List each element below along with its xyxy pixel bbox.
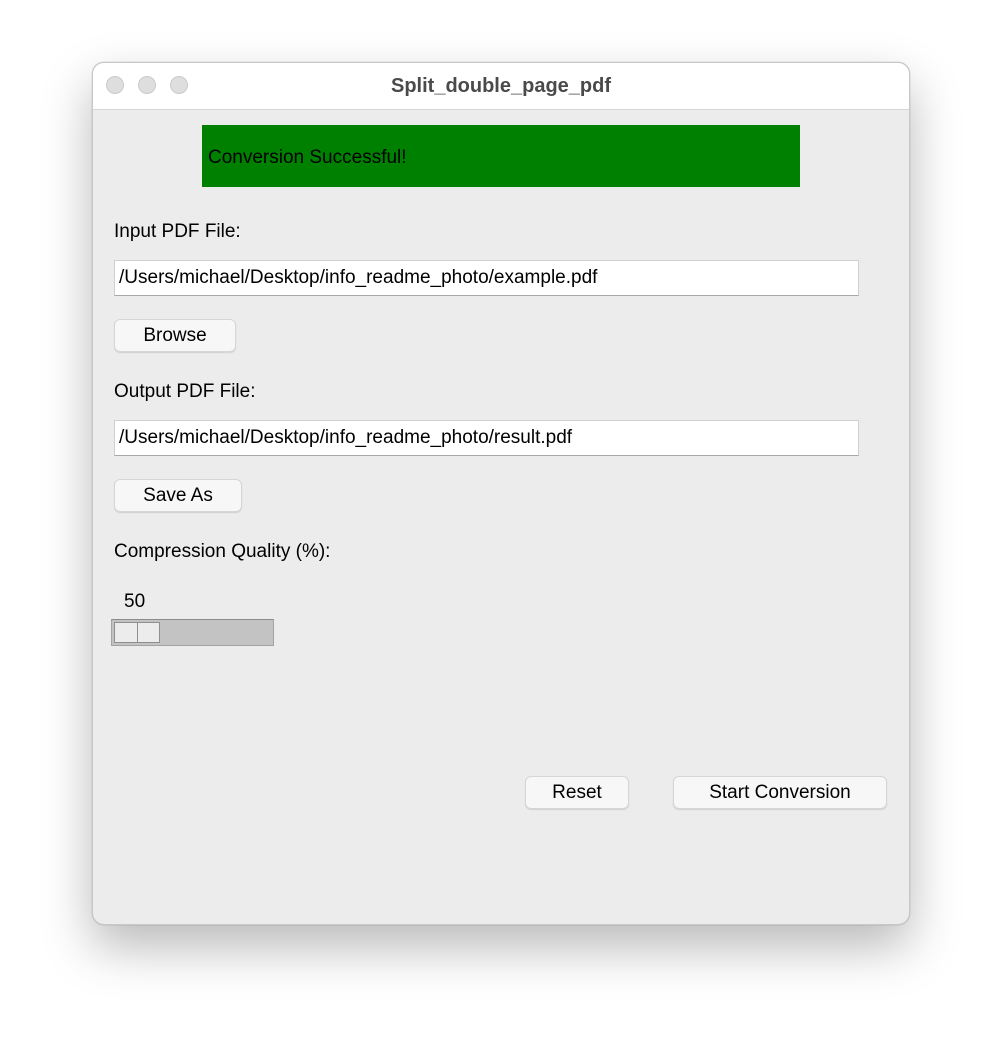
status-message: Conversion Successful!	[208, 147, 407, 168]
slider-thumb-groove	[137, 623, 138, 642]
input-file-label: Input PDF File:	[114, 221, 241, 242]
title-bar: Split_double_page_pdf	[93, 63, 909, 110]
input-file-field[interactable]	[114, 260, 859, 296]
status-banner: Conversion Successful!	[202, 125, 800, 187]
save-as-button[interactable]: Save As	[114, 479, 242, 512]
start-conversion-button[interactable]: Start Conversion	[673, 776, 887, 809]
output-file-label: Output PDF File:	[114, 381, 256, 402]
compression-quality-value: 50	[124, 591, 146, 612]
reset-button[interactable]: Reset	[525, 776, 629, 809]
output-file-field[interactable]	[114, 420, 859, 456]
compression-quality-slider[interactable]	[111, 619, 274, 646]
slider-thumb[interactable]	[114, 622, 160, 643]
app-window: Split_double_page_pdf Conversion Success…	[92, 62, 910, 925]
compression-quality-label: Compression Quality (%):	[114, 541, 331, 562]
browse-button[interactable]: Browse	[114, 319, 236, 352]
window-title: Split_double_page_pdf	[390, 75, 612, 97]
